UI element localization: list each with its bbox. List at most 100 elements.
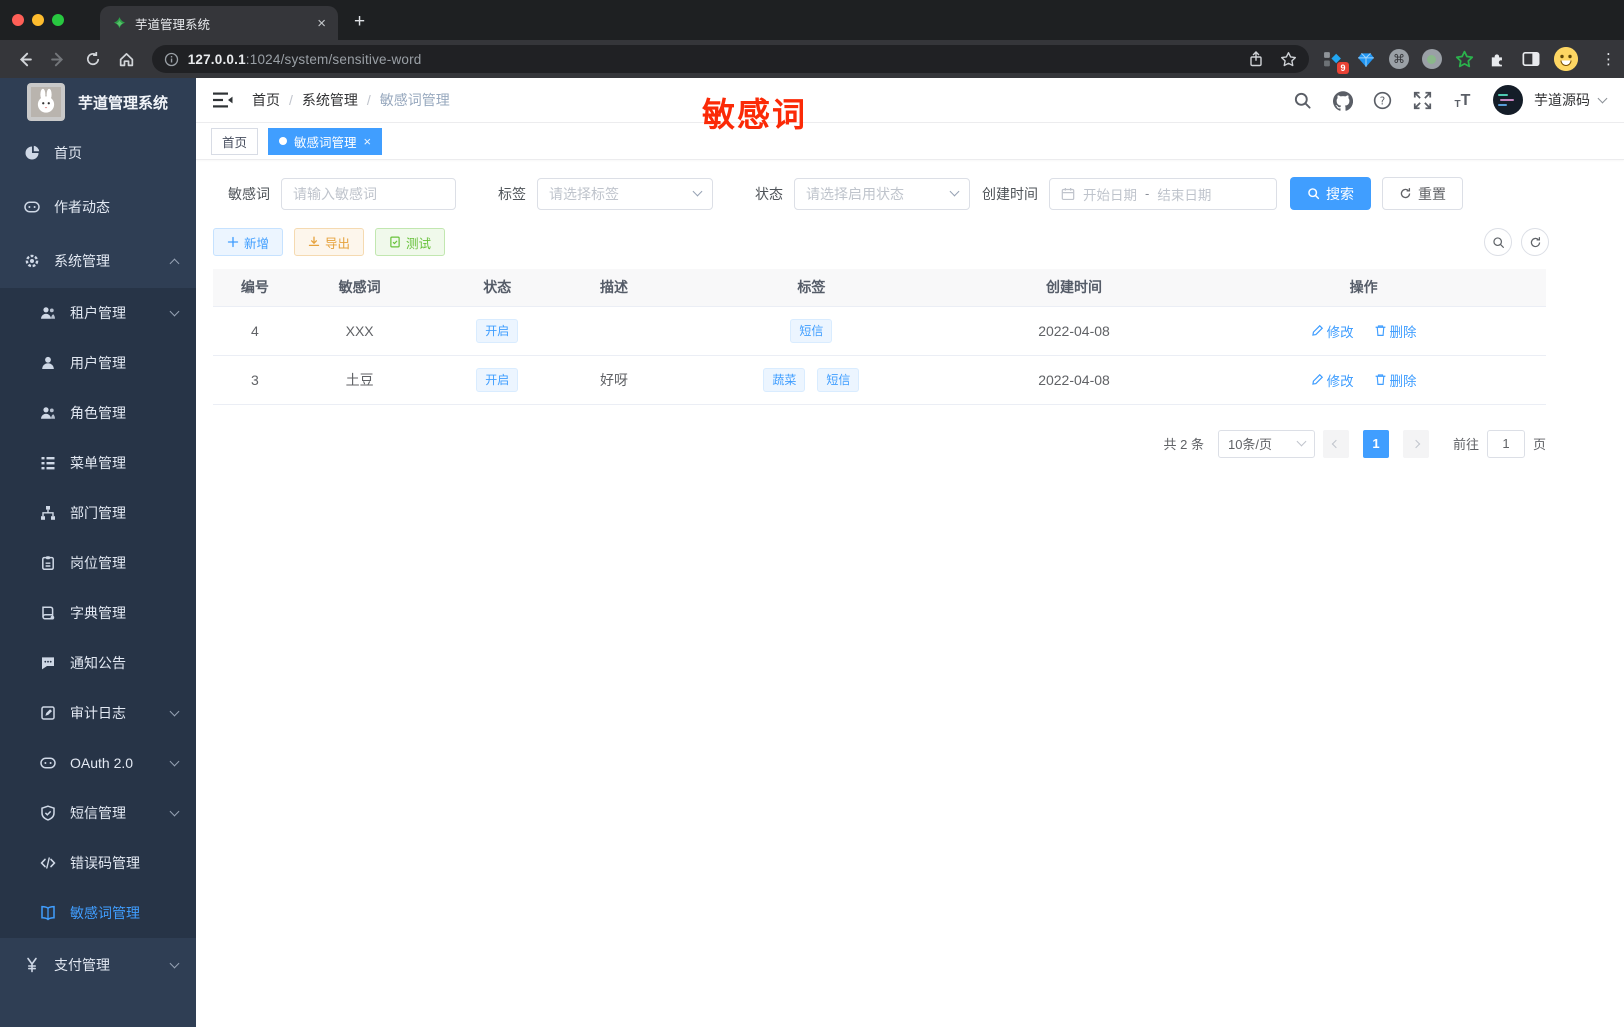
edit-link[interactable]: 修改 (1311, 370, 1354, 390)
delete-link-label: 删除 (1389, 373, 1417, 389)
share-icon[interactable] (1248, 51, 1264, 67)
back-icon[interactable] (10, 44, 40, 74)
col-description: 描述 (572, 269, 656, 307)
table-header-row: 编号 敏感词 状态 描述 标签 创建时间 操作 (213, 269, 1546, 307)
page-size-value: 10条/页 (1227, 437, 1273, 452)
sidebar-item-dict[interactable]: 字典管理 (0, 588, 196, 638)
edit-link-label: 修改 (1326, 324, 1354, 340)
keyword-input[interactable] (293, 185, 444, 202)
view-tab-home[interactable]: 首页 (211, 127, 259, 155)
sidebar-item-author-news[interactable]: 作者动态 (0, 180, 196, 234)
cell-id: 4 (213, 306, 297, 356)
user-avatar[interactable] (1493, 85, 1523, 115)
date-separator: - (1145, 186, 1150, 201)
new-tab-button[interactable]: + (354, 11, 365, 33)
next-page-button[interactable] (1402, 429, 1429, 458)
chevron-down-icon (169, 306, 180, 316)
goto-page: 前往 页 (1453, 429, 1546, 458)
user-dropdown-caret-icon[interactable] (1597, 93, 1608, 103)
extension-gem-icon[interactable] (1356, 49, 1376, 69)
gear-icon (24, 253, 40, 269)
search-icon[interactable] (1293, 91, 1312, 110)
delete-link[interactable]: 删除 (1374, 321, 1417, 341)
add-button[interactable]: 新增 (213, 228, 284, 256)
help-icon[interactable]: ? (1373, 91, 1392, 110)
toggle-search-button[interactable] (1484, 228, 1512, 256)
tag-select[interactable]: 请选择标签 (537, 177, 713, 210)
export-button[interactable]: 导出 (294, 228, 365, 256)
sidebar-item-audit-log[interactable]: 审计日志 (0, 688, 196, 738)
breadcrumb-section[interactable]: 系统管理 (302, 90, 358, 110)
reset-button[interactable]: 重置 (1382, 177, 1463, 210)
search-button[interactable]: 搜索 (1290, 177, 1371, 210)
extension-record-icon[interactable] (1421, 49, 1442, 69)
extension-badge: 9 (1336, 62, 1349, 74)
edit-link[interactable]: 修改 (1311, 321, 1354, 341)
date-range-picker[interactable]: 开始日期 - 结束日期 (1049, 177, 1277, 210)
sidebar-item-label: 作者动态 (54, 199, 110, 215)
view-tab-sensitive-word[interactable]: 敏感词管理 × (268, 127, 383, 155)
sidebar-item-label: 字典管理 (70, 605, 126, 621)
sidebar-item-role[interactable]: 角色管理 (0, 388, 196, 438)
goto-page-input[interactable] (1486, 429, 1525, 458)
chevron-down-icon (169, 706, 180, 716)
profile-avatar-emoji[interactable] (1553, 47, 1578, 71)
sidebar-item-system[interactable]: 系统管理 (0, 234, 196, 288)
yen-icon (24, 957, 40, 973)
navbar-actions: ? TT 芋道源码 (1293, 85, 1608, 115)
tab-close-icon[interactable]: × (364, 134, 372, 149)
window-close-button[interactable] (12, 14, 24, 26)
status-select[interactable]: 请选择启用状态 (794, 177, 970, 210)
username-label[interactable]: 芋道源码 (1534, 90, 1590, 110)
sidebar-item-payment[interactable]: 支付管理 (0, 938, 196, 992)
current-page-button[interactable]: 1 (1362, 429, 1389, 458)
sidebar-item-menu[interactable]: 菜单管理 (0, 438, 196, 488)
sidebar-item-error-code[interactable]: 错误码管理 (0, 838, 196, 888)
chat-face-icon (24, 199, 40, 215)
browser-tab[interactable]: 芋道管理系统 × (100, 6, 338, 40)
github-icon[interactable] (1333, 90, 1353, 111)
sidebar-item-oauth[interactable]: OAuth 2.0 (0, 738, 196, 788)
fullscreen-icon[interactable] (1413, 91, 1432, 110)
sidebar-item-label: 角色管理 (70, 405, 126, 421)
font-size-icon[interactable]: TT (1453, 91, 1472, 110)
sidebar-fold-icon[interactable] (210, 87, 236, 113)
browser-menu-icon[interactable]: ⋮ (1601, 50, 1616, 68)
sidebar-item-notice[interactable]: 通知公告 (0, 638, 196, 688)
test-button[interactable]: 测试 (375, 228, 446, 256)
extensions-puzzle-icon[interactable] (1488, 49, 1508, 69)
prev-page-button[interactable] (1322, 429, 1349, 458)
extensions-area: 9 ⌘ ⋮ (1323, 47, 1616, 74)
side-panel-icon[interactable] (1521, 49, 1541, 69)
site-info-icon[interactable] (164, 52, 179, 67)
chevron-down-icon (1296, 436, 1307, 447)
sidebar-item-sms[interactable]: 短信管理 (0, 788, 196, 838)
reload-icon[interactable] (78, 44, 108, 74)
delete-link[interactable]: 删除 (1374, 370, 1417, 390)
add-button-label: 新增 (244, 236, 270, 251)
page-size-select[interactable]: 10条/页 (1217, 429, 1315, 458)
sidebar-item-post[interactable]: 岗位管理 (0, 538, 196, 588)
sidebar-item-user[interactable]: 用户管理 (0, 338, 196, 388)
bookmark-star-icon[interactable] (1280, 51, 1297, 68)
tab-close-icon[interactable]: × (317, 15, 326, 32)
window-zoom-button[interactable] (52, 14, 64, 26)
sidebar-item-dept[interactable]: 部门管理 (0, 488, 196, 538)
delete-link-label: 删除 (1389, 324, 1417, 340)
refresh-table-button[interactable] (1521, 228, 1549, 256)
sidebar-item-tenant[interactable]: 租户管理 (0, 288, 196, 338)
favicon-plant-icon (112, 16, 127, 31)
window-minimize-button[interactable] (32, 14, 44, 26)
breadcrumb-home[interactable]: 首页 (252, 90, 280, 110)
extension-diamond-icon[interactable]: 9 (1323, 49, 1349, 74)
app-logo[interactable]: 芋道管理系统 (0, 78, 196, 126)
url-bar[interactable]: 127.0.0.1:1024/system/sensitive-word (151, 45, 1309, 73)
sidebar-item-home[interactable]: 首页 (0, 126, 196, 180)
sidebar-item-label: 支付管理 (54, 957, 110, 973)
forward-icon[interactable] (44, 44, 74, 74)
extension-command-icon[interactable]: ⌘ (1388, 49, 1409, 69)
extension-green-star-icon[interactable] (1455, 49, 1475, 69)
cell-id: 3 (213, 355, 297, 405)
sidebar-item-sensitive-word[interactable]: 敏感词管理 (0, 888, 196, 938)
home-icon[interactable] (112, 44, 142, 74)
